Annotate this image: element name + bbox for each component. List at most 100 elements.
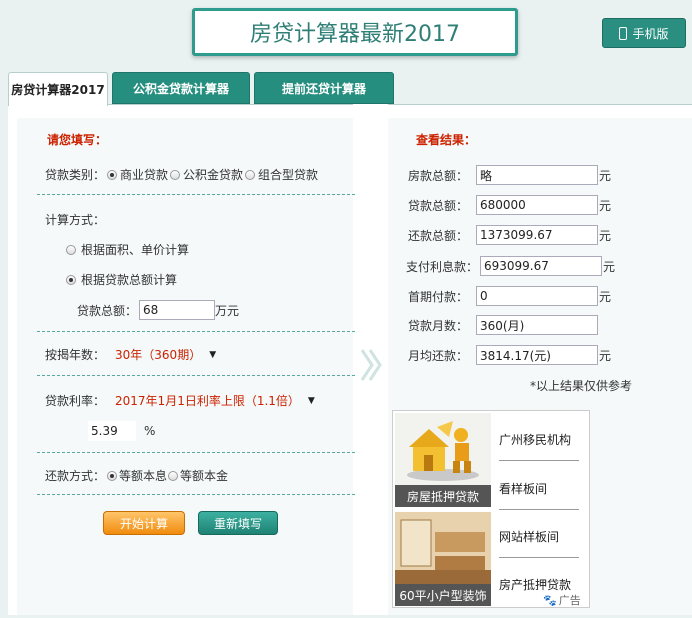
ad-link[interactable]: 网站样板间 [499, 528, 559, 545]
room-interior-icon [395, 512, 491, 584]
paw-icon: 🐾 [543, 593, 557, 607]
rate-select-value: 2017年1月1日利率上限（1.1倍） [115, 394, 300, 408]
calc-method-label: 计算方式： [45, 213, 106, 227]
repay-row: 还款方式： 等额本息 等额本金 [45, 467, 228, 484]
repay-equal-principal-label[interactable]: 等额本金 [180, 467, 228, 484]
reset-button[interactable]: 重新填写 [198, 511, 278, 535]
years-select[interactable]: 30年（360期） ▼ [115, 346, 216, 363]
loan-type-row: 贷款类别： 商业贷款 公积金贷款 组合型贷款 [45, 166, 318, 183]
result-repay-total-field[interactable] [476, 225, 598, 245]
house-puzzle-icon [407, 421, 479, 481]
result-unit: 元 [603, 259, 616, 274]
tab-provident-fund-calculator[interactable]: 公积金贷款计算器 [112, 72, 250, 104]
divider [37, 331, 355, 332]
result-label-repay-total: 还款总额： [407, 228, 468, 243]
result-interest-field[interactable] [480, 256, 602, 276]
ad-block: 房屋抵押贷款 60平小户型装饰 广州移民机构 看样板间 网站样板间 房产抵押贷款… [392, 410, 590, 608]
rate-label: 贷款利率： [45, 394, 106, 408]
loan-total-label: 贷款总额： [77, 303, 138, 318]
result-row: 还款总额： 元 [388, 225, 611, 245]
phone-icon [619, 26, 628, 40]
result-row: 贷款月数： [388, 315, 598, 335]
loan-total-input[interactable] [139, 300, 216, 320]
calc-method-total-option: 根据贷款总额计算 [66, 271, 177, 288]
start-calculate-button[interactable]: 开始计算 [103, 511, 185, 535]
result-label-monthly: 月均还款： [407, 348, 468, 363]
form-heading: 请您填写： [47, 133, 108, 147]
loan-total-unit: 万元 [215, 303, 240, 318]
ad-link[interactable]: 房产抵押贷款 [499, 576, 571, 593]
ad-badge-label: 广告 [558, 594, 581, 607]
rate-number-row: % [88, 421, 155, 441]
divider [37, 494, 355, 495]
rate-unit: % [144, 424, 156, 438]
result-row: 贷款总额： 元 [388, 195, 611, 215]
divider [499, 557, 579, 558]
mobile-version-label: 手机版 [632, 26, 669, 41]
divider [37, 194, 355, 195]
result-row: 支付利息款： 元 [384, 256, 615, 276]
tab-mortgage-calculator[interactable]: 房贷计算器2017 [8, 72, 108, 106]
result-label-down-payment: 首期付款： [407, 289, 468, 304]
loan-type-provident-radio[interactable] [170, 169, 181, 180]
result-unit: 元 [599, 168, 612, 183]
loan-type-commercial-radio[interactable] [107, 169, 118, 180]
result-row: 首期付款： 元 [388, 286, 611, 306]
result-label-interest: 支付利息款： [405, 259, 478, 274]
loan-type-commercial-label[interactable]: 商业贷款 [120, 166, 168, 183]
page-title: 房贷计算器最新2017 [192, 8, 518, 56]
divider [499, 509, 579, 510]
loan-total-row: 贷款总额： 万元 [77, 300, 239, 320]
result-label-months: 贷款月数： [407, 318, 468, 333]
repay-label: 还款方式： [45, 469, 106, 483]
repay-equal-principal-radio[interactable] [168, 470, 179, 481]
divider [37, 452, 355, 453]
ad-badge[interactable]: 🐾 广告 [543, 593, 587, 607]
rate-select[interactable]: 2017年1月1日利率上限（1.1倍） ▼ [115, 392, 315, 409]
result-house-total-field[interactable] [476, 165, 598, 185]
tab-prepayment-calculator[interactable]: 提前还贷计算器 [254, 72, 394, 104]
result-heading: 查看结果： [416, 133, 477, 147]
ad-image-small-apartment[interactable]: 60平小户型装饰 [395, 512, 491, 606]
result-months-field[interactable] [476, 315, 598, 335]
ad-image-caption: 60平小户型装饰 [395, 584, 491, 606]
result-unit: 元 [599, 228, 612, 243]
double-chevron-right-icon [360, 349, 382, 381]
loan-type-provident-label[interactable]: 公积金贷款 [183, 166, 243, 183]
divider [37, 375, 355, 376]
dropdown-arrow-icon: ▼ [209, 349, 217, 360]
calc-method-area-radio[interactable] [66, 244, 76, 255]
mobile-version-button[interactable]: 手机版 [602, 18, 686, 48]
loan-type-combined-label[interactable]: 组合型贷款 [258, 166, 318, 183]
years-row: 按揭年数： 30年（360期） ▼ [45, 346, 216, 363]
input-column [17, 118, 353, 615]
dropdown-arrow-icon: ▼ [307, 395, 315, 406]
result-row: 房款总额： 元 [388, 165, 611, 185]
result-loan-total-field[interactable] [476, 195, 598, 215]
ad-link[interactable]: 看样板间 [499, 480, 547, 497]
result-row: 月均还款： 元 [388, 345, 611, 365]
ad-image-house-loan[interactable]: 房屋抵押贷款 [395, 413, 491, 507]
repay-equal-installment-label[interactable]: 等额本息 [119, 467, 167, 484]
repay-equal-installment-radio[interactable] [107, 470, 118, 481]
result-label-loan-total: 贷款总额： [407, 198, 468, 213]
years-label: 按揭年数： [45, 348, 106, 362]
ad-link[interactable]: 广州移民机构 [499, 431, 571, 448]
calc-method-area-label[interactable]: 根据面积、单价计算 [81, 241, 189, 258]
column-divider [353, 104, 388, 615]
result-unit: 元 [599, 289, 612, 304]
loan-type-label: 贷款类别： [45, 168, 106, 182]
calc-method-total-label[interactable]: 根据贷款总额计算 [81, 271, 177, 288]
rate-row: 贷款利率： 2017年1月1日利率上限（1.1倍） ▼ [45, 392, 315, 409]
loan-type-combined-radio[interactable] [245, 169, 256, 180]
result-down-payment-field[interactable] [476, 286, 598, 306]
result-unit: 元 [599, 348, 612, 363]
rate-number-input[interactable] [88, 421, 136, 441]
ad-image-caption: 房屋抵押贷款 [395, 485, 491, 507]
result-monthly-field[interactable] [476, 345, 598, 365]
calc-method-area-option: 根据面积、单价计算 [66, 241, 189, 258]
calc-method-total-radio[interactable] [66, 274, 76, 285]
divider [499, 460, 579, 461]
result-label-house-total: 房款总额： [407, 168, 468, 183]
result-note: *以上结果仅供参考 [530, 379, 633, 393]
